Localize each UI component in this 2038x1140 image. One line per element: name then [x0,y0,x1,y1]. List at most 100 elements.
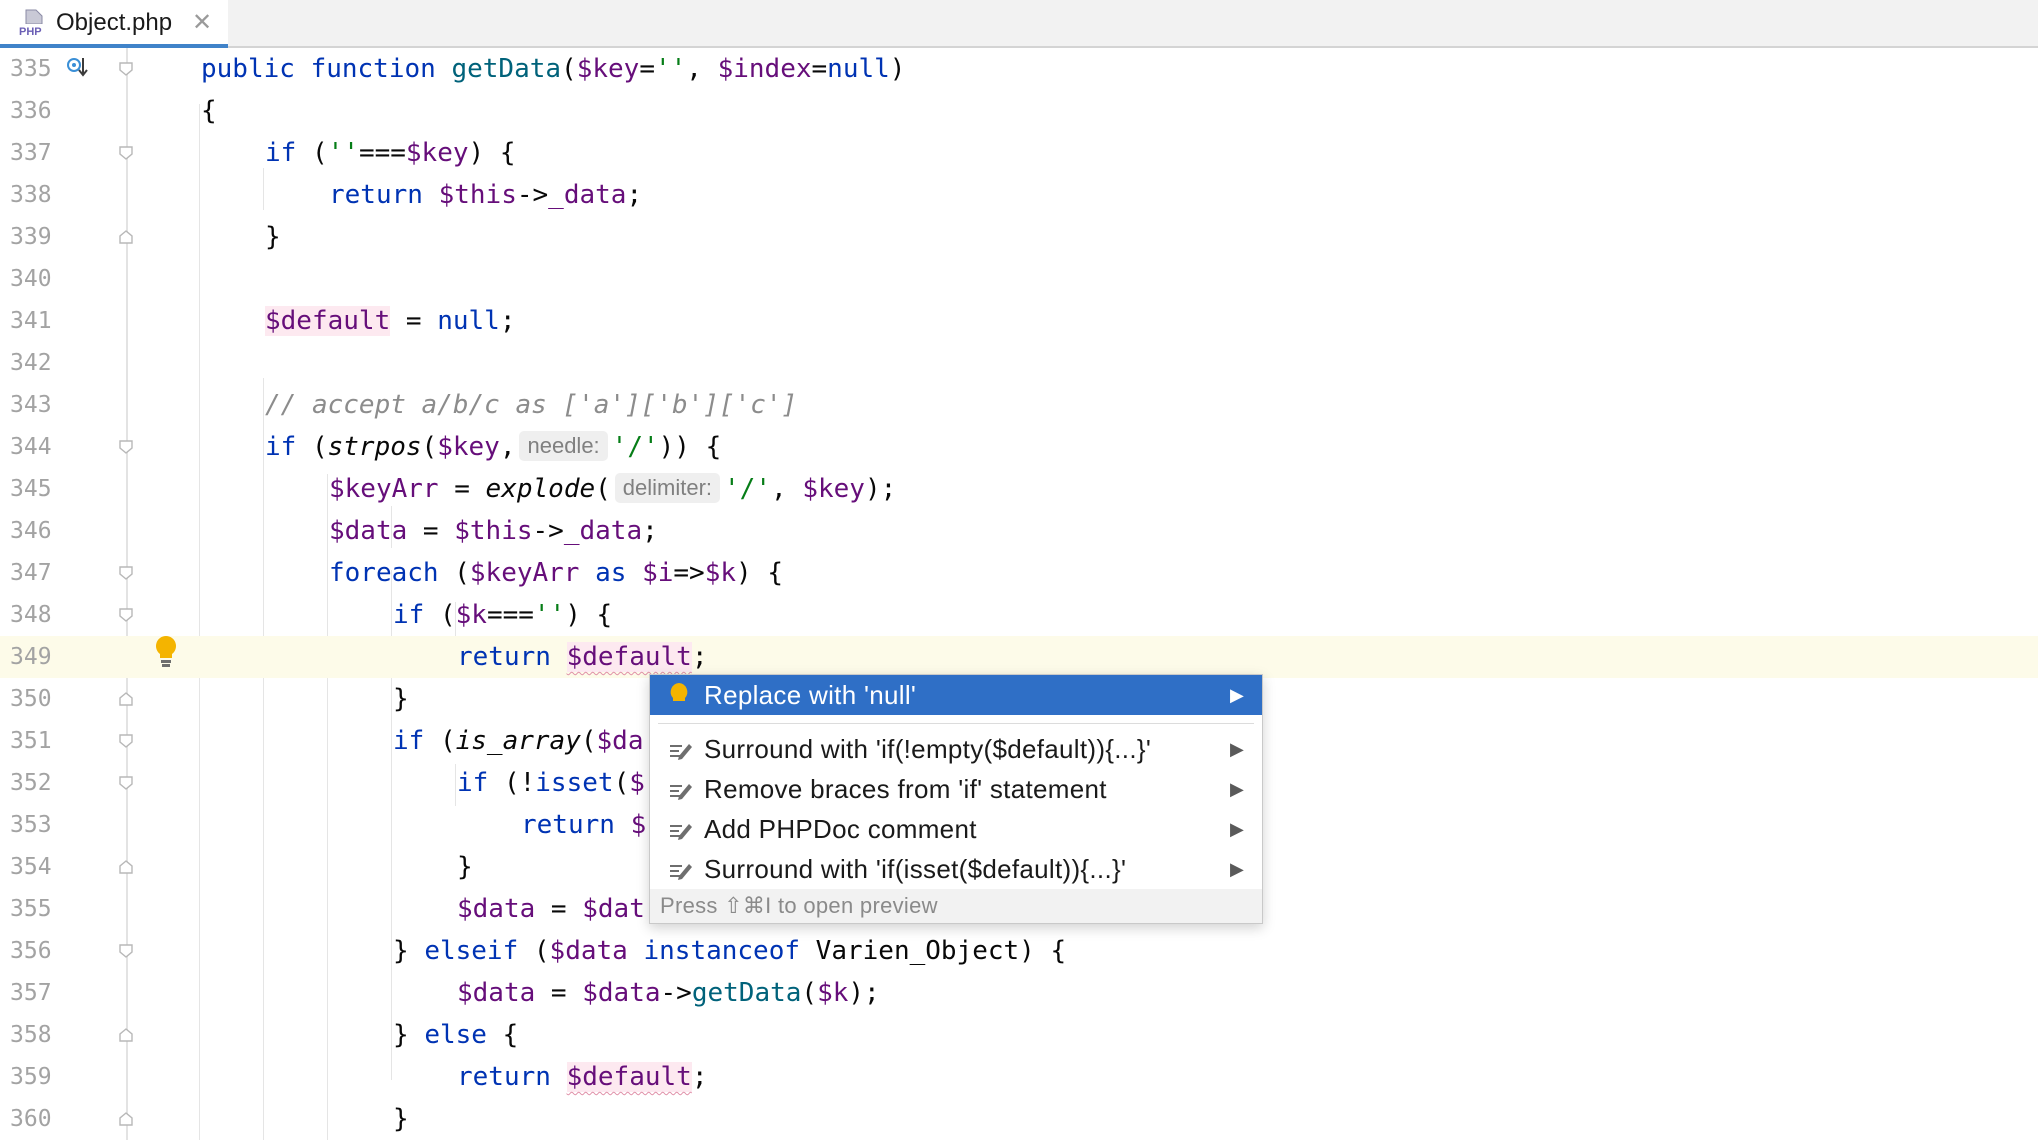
line-number: 336 [10,98,52,124]
fold-end-marker-icon[interactable] [118,1111,134,1127]
fold-marker-icon[interactable] [118,607,134,623]
code-line: 343 // accept a/b/c as ['a']['b']['c'] [0,384,2038,426]
code-text: { [201,96,217,126]
code-line: 357 $data = $data->getData($k); [0,972,2038,1014]
line-number: 338 [10,182,52,208]
code-line: 340 [0,258,2038,300]
line-number: 339 [10,224,52,250]
code-line: 358 } else { [0,1014,2038,1056]
code-text: } [393,684,409,714]
code-line: 345 $keyArr = explode(delimiter: '/', $ke… [0,468,2038,510]
code-text: if (strpos($key, needle: '/')) { [265,430,722,462]
fold-end-marker-icon[interactable] [118,229,134,245]
intention-replace-with-null[interactable]: Replace with 'null' ▶ [650,675,1262,715]
divider [658,723,1254,724]
line-number: 340 [10,266,52,292]
fold-end-marker-icon[interactable] [118,859,134,875]
override-method-icon[interactable] [66,56,88,80]
code-line: 356 } elseif ($data instanceof Varien_Ob… [0,930,2038,972]
line-number: 351 [10,728,52,754]
intention-remove-braces[interactable]: Remove braces from 'if' statement ▶ [650,769,1262,809]
code-text: if (!isset($ [457,768,645,798]
code-line-current: 349 return $default; [0,636,2038,678]
line-number: 352 [10,770,52,796]
submenu-arrow-icon: ▶ [1230,685,1244,705]
line-number: 360 [10,1106,52,1132]
fold-end-marker-icon[interactable] [118,1027,134,1043]
line-number: 356 [10,938,52,964]
edit-intention-icon [670,824,692,840]
code-line: 348 if ($k==='') { [0,594,2038,636]
code-text: } [265,222,281,252]
fold-marker-icon[interactable] [118,943,134,959]
submenu-arrow-icon: ▶ [1230,739,1244,759]
code-line: 338 return $this->_data; [0,174,2038,216]
code-text: return $this->_data; [329,180,643,210]
code-line: 346 $data = $this->_data; [0,510,2038,552]
fold-marker-icon[interactable] [118,145,134,161]
code-text: $keyArr = explode(delimiter: '/', $key); [329,472,897,504]
svg-text:PHP: PHP [19,26,42,38]
line-number: 347 [10,560,52,586]
code-text: $data = $this->_data; [329,516,658,546]
code-text: return $default; [457,1062,708,1092]
parameter-hint: delimiter: [614,472,721,503]
submenu-arrow-icon: ▶ [1230,779,1244,799]
line-number: 343 [10,392,52,418]
parameter-hint: needle: [519,430,608,461]
line-number: 350 [10,686,52,712]
edit-intention-icon [670,744,692,760]
intention-actions-popup: Replace with 'null' ▶ Surround with 'if(… [649,674,1263,924]
line-number: 354 [10,854,52,880]
lightbulb-icon[interactable] [153,634,179,668]
code-line: 342 [0,342,2038,384]
code-line: 339 } [0,216,2038,258]
fold-marker-icon[interactable] [118,775,134,791]
intention-surround-if-not-empty[interactable]: Surround with 'if(!empty($default)){...}… [650,729,1262,769]
line-number: 344 [10,434,52,460]
code-line: 341 $default = null; [0,300,2038,342]
line-number: 335 [10,56,52,82]
code-line: 344 if (strpos($key, needle: '/')) { [0,426,2038,468]
fold-marker-icon[interactable] [118,439,134,455]
code-text: if ($k==='') { [393,600,613,630]
code-line: 360 } [0,1098,2038,1140]
line-number: 349 [10,644,52,670]
fold-marker-icon[interactable] [118,61,134,77]
popup-footer-hint: Press ⇧⌘I to open preview [650,889,1262,923]
fold-end-marker-icon[interactable] [118,691,134,707]
line-number: 358 [10,1022,52,1048]
edit-intention-icon [670,864,692,880]
editor-tab-bar: PHP Object.php ✕ [0,0,2038,48]
fold-marker-icon[interactable] [118,565,134,581]
intention-add-phpdoc[interactable]: Add PHPDoc comment ▶ [650,809,1262,849]
code-text: } elseif ($data instanceof Varien_Object… [393,936,1067,966]
code-text: } [457,852,473,882]
code-text: } else { [393,1020,519,1050]
code-line: 336 { [0,90,2038,132]
code-text: public function getData($key='', $index=… [201,54,906,84]
lightbulb-icon [670,683,688,701]
close-icon[interactable]: ✕ [192,8,212,38]
intention-surround-if-isset[interactable]: Surround with 'if(isset($default)){...}'… [650,849,1262,889]
code-editor[interactable]: 335 public function getData($key='', $in… [0,48,2038,1140]
line-number: 359 [10,1064,52,1090]
code-comment: // accept a/b/c as ['a']['b']['c'] [265,390,798,420]
line-number: 345 [10,476,52,502]
code-text: if (''===$key) { [265,138,516,168]
line-number: 355 [10,896,52,922]
line-number: 342 [10,350,52,376]
tab-object-php[interactable]: PHP Object.php ✕ [0,0,228,48]
code-text: $data = $dat [457,894,645,924]
code-text: foreach ($keyArr as $i=>$k) { [329,558,783,588]
line-number: 348 [10,602,52,628]
code-line: 359 return $default; [0,1056,2038,1098]
fold-marker-icon[interactable] [118,733,134,749]
line-number: 353 [10,812,52,838]
edit-intention-icon [670,784,692,800]
submenu-arrow-icon: ▶ [1230,819,1244,839]
code-text: if (is_array($da [393,726,644,756]
php-file-icon: PHP [18,9,48,38]
submenu-arrow-icon: ▶ [1230,859,1244,879]
code-line: 335 public function getData($key='', $in… [0,48,2038,90]
